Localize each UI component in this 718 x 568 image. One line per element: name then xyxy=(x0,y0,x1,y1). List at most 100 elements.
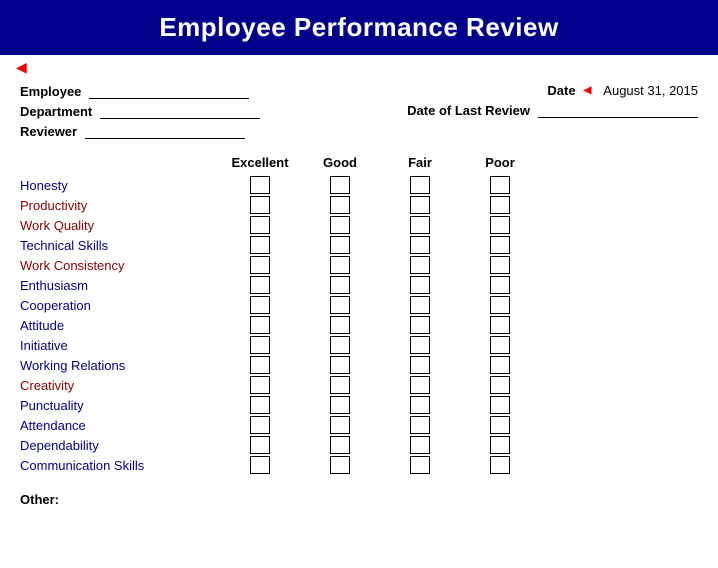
table-row: Productivity xyxy=(20,196,698,214)
table-row: Dependability xyxy=(20,436,698,454)
checkbox-good-12[interactable] xyxy=(330,416,350,434)
table-row: Attendance xyxy=(20,416,698,434)
checkbox-fair-9[interactable] xyxy=(410,356,430,374)
employee-input[interactable] xyxy=(89,83,249,99)
table-row: Communication Skills xyxy=(20,456,698,474)
checkbox-excellent-0[interactable] xyxy=(250,176,270,194)
checkbox-excellent-9[interactable] xyxy=(250,356,270,374)
checkbox-col-excellent xyxy=(220,216,300,234)
checkbox-fair-1[interactable] xyxy=(410,196,430,214)
checkbox-good-1[interactable] xyxy=(330,196,350,214)
checkbox-poor-3[interactable] xyxy=(490,236,510,254)
department-label: Department xyxy=(20,104,92,119)
department-input[interactable] xyxy=(100,103,260,119)
checkbox-col-fair xyxy=(380,196,460,214)
checkbox-col-excellent xyxy=(220,236,300,254)
checkbox-col-fair xyxy=(380,276,460,294)
checkbox-fair-2[interactable] xyxy=(410,216,430,234)
checkbox-fair-14[interactable] xyxy=(410,456,430,474)
checkbox-excellent-12[interactable] xyxy=(250,416,270,434)
checkbox-excellent-3[interactable] xyxy=(250,236,270,254)
checkbox-good-5[interactable] xyxy=(330,276,350,294)
row-label: Initiative xyxy=(20,338,220,353)
checkbox-good-6[interactable] xyxy=(330,296,350,314)
checkbox-good-11[interactable] xyxy=(330,396,350,414)
checkbox-poor-11[interactable] xyxy=(490,396,510,414)
checkbox-poor-2[interactable] xyxy=(490,216,510,234)
reviewer-input[interactable] xyxy=(85,123,245,139)
checkbox-poor-5[interactable] xyxy=(490,276,510,294)
checkbox-poor-7[interactable] xyxy=(490,316,510,334)
checkbox-col-poor xyxy=(460,416,540,434)
checkbox-poor-13[interactable] xyxy=(490,436,510,454)
checkbox-poor-8[interactable] xyxy=(490,336,510,354)
checkbox-col-fair xyxy=(380,456,460,474)
checkbox-excellent-13[interactable] xyxy=(250,436,270,454)
checkbox-col-poor xyxy=(460,296,540,314)
ratings-header: Excellent Good Fair Poor xyxy=(220,155,698,170)
checkbox-good-7[interactable] xyxy=(330,316,350,334)
checkbox-poor-4[interactable] xyxy=(490,256,510,274)
last-review-input[interactable] xyxy=(538,102,698,118)
checkbox-good-2[interactable] xyxy=(330,216,350,234)
row-label: Attendance xyxy=(20,418,220,433)
checkbox-poor-9[interactable] xyxy=(490,356,510,374)
checkbox-good-4[interactable] xyxy=(330,256,350,274)
checkbox-poor-10[interactable] xyxy=(490,376,510,394)
checkbox-fair-5[interactable] xyxy=(410,276,430,294)
row-label: Technical Skills xyxy=(20,238,220,253)
checkbox-excellent-10[interactable] xyxy=(250,376,270,394)
checkbox-good-13[interactable] xyxy=(330,436,350,454)
checkbox-fair-7[interactable] xyxy=(410,316,430,334)
checkbox-excellent-4[interactable] xyxy=(250,256,270,274)
checkbox-col-excellent xyxy=(220,356,300,374)
row-label: Work Consistency xyxy=(20,258,220,273)
page-title: Employee Performance Review xyxy=(0,0,718,55)
checkbox-excellent-7[interactable] xyxy=(250,316,270,334)
checkbox-poor-1[interactable] xyxy=(490,196,510,214)
table-row: Attitude xyxy=(20,316,698,334)
checkbox-col-good xyxy=(300,316,380,334)
checkbox-poor-6[interactable] xyxy=(490,296,510,314)
checkbox-fair-0[interactable] xyxy=(410,176,430,194)
checkbox-excellent-5[interactable] xyxy=(250,276,270,294)
checkbox-col-fair xyxy=(380,216,460,234)
checkbox-poor-12[interactable] xyxy=(490,416,510,434)
checkbox-excellent-14[interactable] xyxy=(250,456,270,474)
checkbox-excellent-1[interactable] xyxy=(250,196,270,214)
checkbox-fair-3[interactable] xyxy=(410,236,430,254)
checkbox-fair-6[interactable] xyxy=(410,296,430,314)
checkbox-excellent-8[interactable] xyxy=(250,336,270,354)
checkbox-good-14[interactable] xyxy=(330,456,350,474)
checkbox-good-10[interactable] xyxy=(330,376,350,394)
checkbox-fair-4[interactable] xyxy=(410,256,430,274)
row-label: Productivity xyxy=(20,198,220,213)
checkbox-fair-8[interactable] xyxy=(410,336,430,354)
checkbox-excellent-2[interactable] xyxy=(250,216,270,234)
date-label: Date xyxy=(547,83,575,98)
checkbox-fair-13[interactable] xyxy=(410,436,430,454)
checkbox-col-fair xyxy=(380,236,460,254)
checkbox-poor-14[interactable] xyxy=(490,456,510,474)
table-row: Working Relations xyxy=(20,356,698,374)
checkbox-excellent-11[interactable] xyxy=(250,396,270,414)
checkbox-col-good xyxy=(300,276,380,294)
checkbox-fair-10[interactable] xyxy=(410,376,430,394)
checkbox-col-excellent xyxy=(220,456,300,474)
checkbox-good-8[interactable] xyxy=(330,336,350,354)
checkbox-good-0[interactable] xyxy=(330,176,350,194)
col-good: Good xyxy=(300,155,380,170)
checkbox-col-poor xyxy=(460,436,540,454)
employee-label: Employee xyxy=(20,84,81,99)
checkbox-good-3[interactable] xyxy=(330,236,350,254)
row-label: Work Quality xyxy=(20,218,220,233)
checkbox-fair-11[interactable] xyxy=(410,396,430,414)
checkbox-good-9[interactable] xyxy=(330,356,350,374)
checkbox-excellent-6[interactable] xyxy=(250,296,270,314)
last-review-label: Date of Last Review xyxy=(407,103,530,118)
row-label: Enthusiasm xyxy=(20,278,220,293)
col-excellent: Excellent xyxy=(220,155,300,170)
checkbox-fair-12[interactable] xyxy=(410,416,430,434)
red-mark: ◀ xyxy=(0,55,718,75)
checkbox-poor-0[interactable] xyxy=(490,176,510,194)
